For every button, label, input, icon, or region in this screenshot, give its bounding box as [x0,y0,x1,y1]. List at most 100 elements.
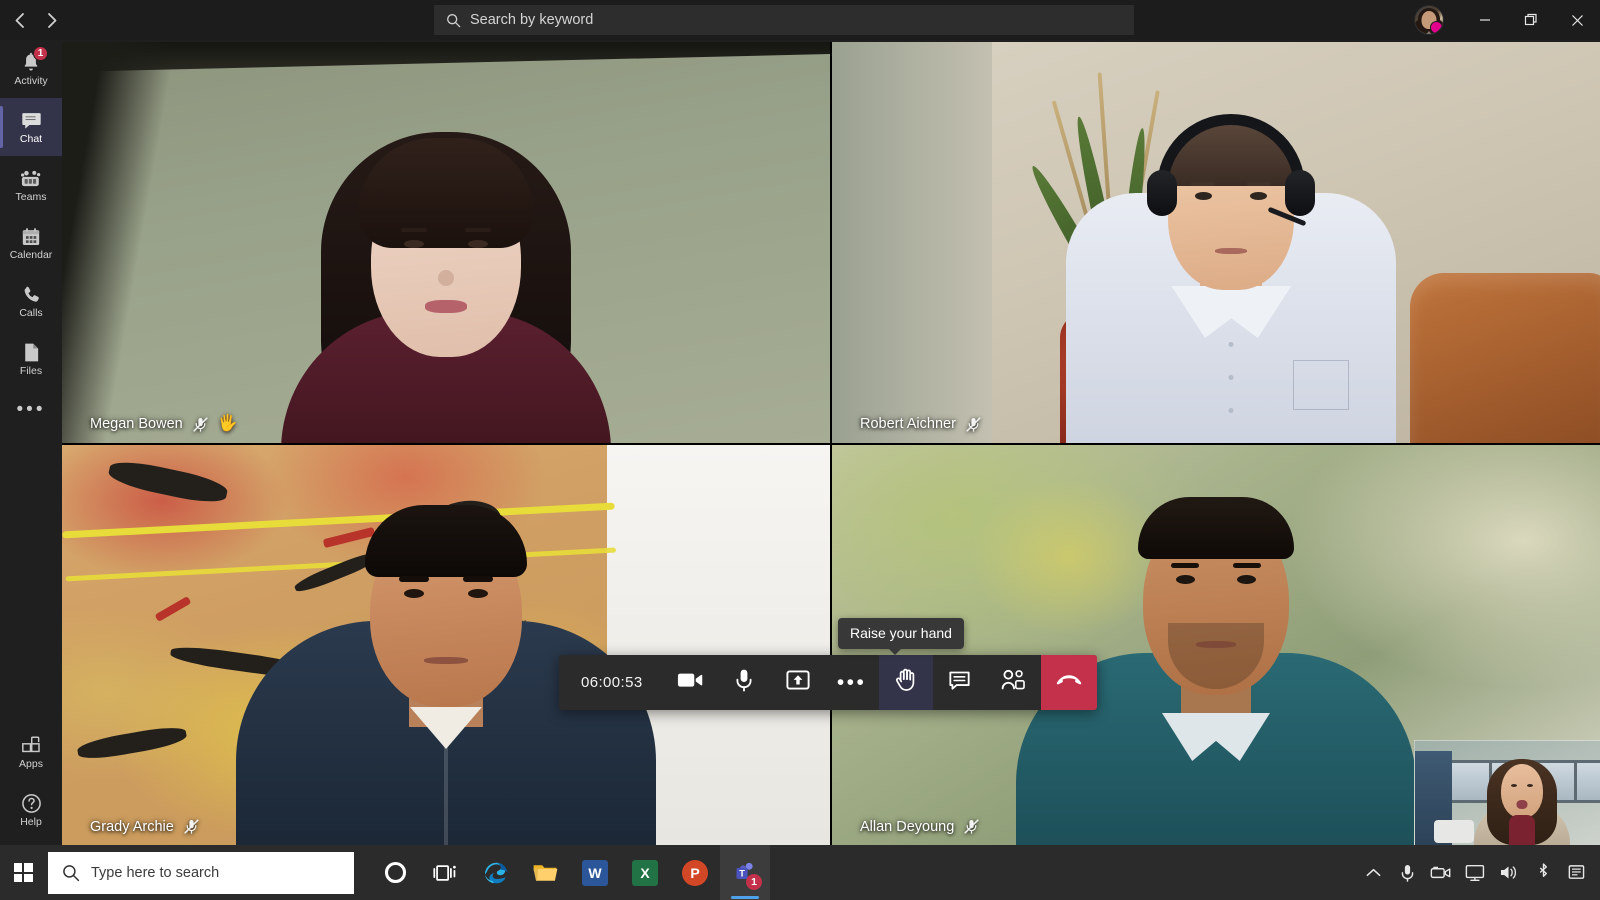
search-icon [62,864,80,882]
raise-hand-icon [894,667,918,698]
raise-hand-button[interactable] [878,655,933,710]
task-view-icon[interactable] [420,845,470,900]
start-button[interactable] [0,845,46,900]
excel-glyph: X [632,859,658,886]
share-screen-icon [786,669,810,696]
system-tray [1356,845,1594,900]
forward-icon[interactable] [39,6,66,34]
mic-off-icon [965,416,982,433]
taskbar-search-input[interactable]: Type here to search [48,851,354,894]
app-sidebar: Activity 1 Chat Teams Calendar Calls Fil… [0,40,62,845]
sidebar-item-label: Apps [19,757,43,770]
microsoft-teams-icon[interactable]: T 1 [720,845,770,900]
window-right-controls [1414,0,1600,40]
calendar-icon [21,226,41,248]
share-screen-button[interactable] [771,655,825,710]
sidebar-item-label: Calendar [9,248,53,261]
svg-text:T: T [739,869,745,879]
file-explorer-icon[interactable] [520,845,570,900]
sidebar-item-files[interactable]: Files [0,330,62,388]
raised-hand-icon: 🖐 [217,415,238,432]
teams-taskbar-badge: 1 [746,874,762,890]
action-center-icon[interactable] [1560,845,1594,900]
mic-off-icon [183,818,200,835]
teams-icon [20,168,42,190]
search-input[interactable]: Search by keyword [434,5,1134,35]
video-tile-robert-aichner[interactable]: Robert Aichner [832,42,1600,443]
call-control-bar: 06:00:53 ••• [559,655,1097,710]
sidebar-item-label: Teams [15,190,47,203]
video-tile-megan-bowen[interactable]: Megan Bowen 🖐 [62,42,830,443]
participant-name: Robert Aichner [860,416,956,432]
sidebar-item-label: Calls [19,306,43,319]
sidebar-item-help[interactable]: Help [0,781,62,839]
microsoft-edge-icon[interactable] [470,845,520,900]
hangup-icon [1055,672,1083,693]
title-bar: Search by keyword [0,0,1600,40]
microphone-icon[interactable] [1390,845,1424,900]
video-camera-icon [677,671,703,694]
video-grid: Megan Bowen 🖐 Robert Aichner Grady Archi… [62,42,1600,845]
search-bar: Search by keyword [434,5,1134,35]
sidebar-more-button[interactable]: ••• [0,388,62,432]
minimize-button[interactable] [1462,0,1508,40]
monitor-icon[interactable] [1458,845,1492,900]
video-feed: ebatier [62,444,830,845]
sidebar-item-label: Files [19,364,43,377]
word-glyph: W [582,859,608,886]
apps-icon [21,735,41,757]
windows-taskbar: Type here to search W X P T 1 [0,845,1600,900]
avatar[interactable] [1414,5,1444,35]
show-participants-button[interactable] [987,655,1041,710]
cortana-icon[interactable] [370,845,420,900]
camera-button[interactable] [663,655,717,710]
sidebar-item-chat[interactable]: Chat [0,98,62,156]
video-stage: Megan Bowen 🖐 Robert Aichner Grady Archi… [62,42,1600,845]
participant-nameplate: Robert Aichner [860,416,982,433]
status-badge [1430,21,1443,34]
sidebar-item-label: Help [20,815,42,828]
chat-bubble-icon [948,670,971,696]
taskbar-search-placeholder: Type here to search [91,864,220,881]
participant-name: Grady Archie [90,818,174,835]
back-icon[interactable] [6,6,33,34]
sidebar-item-label: Activity [14,74,48,87]
self-view-thumbnail[interactable] [1414,740,1600,845]
windows-logo-icon [13,863,33,882]
mic-off-icon [963,818,980,835]
sidebar-item-label: Chat [19,132,43,145]
search-placeholder: Search by keyword [470,12,594,28]
participant-nameplate: Allan Deyoung [860,818,980,835]
bluetooth-icon[interactable] [1526,845,1560,900]
restore-button[interactable] [1508,0,1554,40]
camera-icon[interactable] [1424,845,1458,900]
speaker-icon[interactable] [1492,845,1526,900]
hang-up-button[interactable] [1040,655,1097,710]
chat-icon [21,110,42,132]
participant-nameplate: Megan Bowen 🖐 [90,416,238,433]
participant-name: Megan Bowen [90,416,183,432]
activity-badge: 1 [33,46,48,61]
more-actions-button[interactable]: ••• [825,655,879,710]
chevron-up-icon[interactable] [1356,845,1390,900]
help-icon [21,793,42,815]
sidebar-item-apps[interactable]: Apps [0,723,62,781]
sidebar-item-calls[interactable]: Calls [0,272,62,330]
sidebar-item-activity[interactable]: Activity 1 [0,40,62,98]
search-icon [446,13,461,28]
excel-icon[interactable]: X [620,845,670,900]
powerpoint-glyph: P [682,859,708,886]
tooltip-raise-your-hand: Raise your hand [838,618,964,655]
sidebar-item-calendar[interactable]: Calendar [0,214,62,272]
files-icon [22,342,41,364]
sidebar-item-teams[interactable]: Teams [0,156,62,214]
close-button[interactable] [1554,0,1600,40]
microphone-button[interactable] [717,655,771,710]
word-icon[interactable]: W [570,845,620,900]
powerpoint-icon[interactable]: P [670,845,720,900]
teams-meeting-window: Search by keyword Activity 1 Chat Teams … [0,0,1600,900]
show-conversation-button[interactable] [933,655,987,710]
navigation-arrows [6,6,66,34]
sidebar-bottom-group: Apps Help [0,723,62,839]
video-tile-grady-archie[interactable]: ebatier Grady Archie [62,444,830,845]
